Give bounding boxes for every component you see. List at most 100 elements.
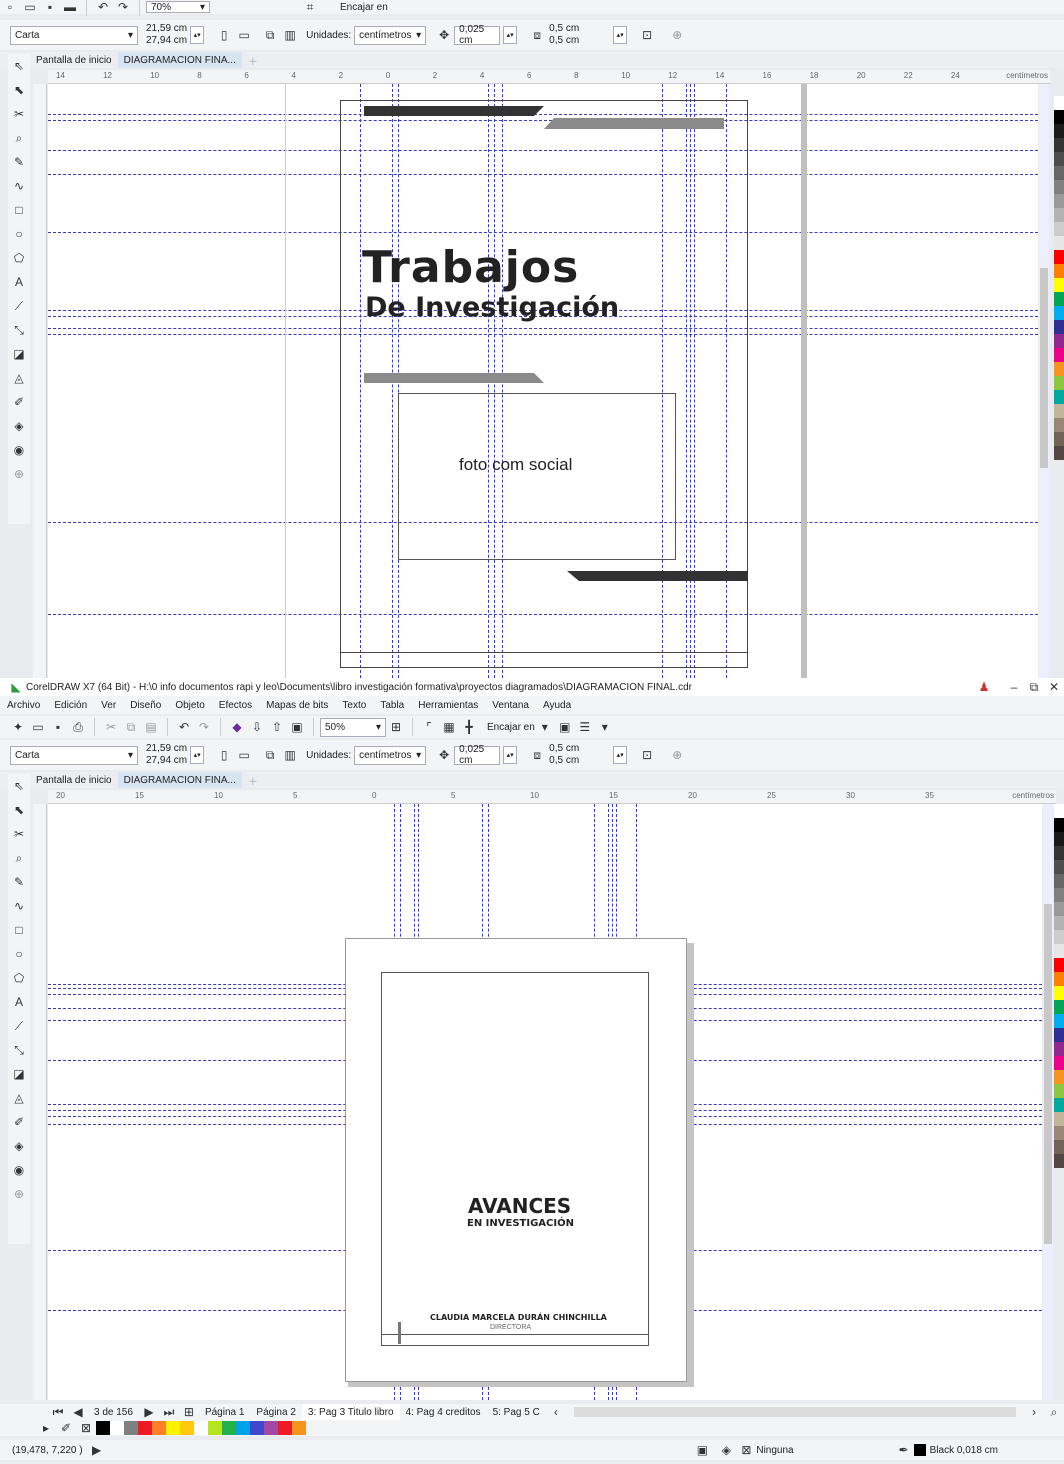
no-color-swatch[interactable]: ⊠: [76, 1419, 96, 1437]
tab-home[interactable]: Pantalla de inicio: [30, 52, 118, 68]
color-swatch[interactable]: [110, 1421, 124, 1435]
color-swatch[interactable]: [1054, 264, 1064, 278]
author-name[interactable]: CLAUDIA MARCELA DURÁN CHINCHILLA: [430, 1313, 607, 1322]
color-swatch[interactable]: [1054, 334, 1064, 348]
print-icon[interactable]: ▬: [60, 0, 80, 16]
color-swatch[interactable]: [1054, 376, 1064, 390]
page-width-field[interactable]: 21,59 cm: [146, 23, 187, 35]
color-swatch[interactable]: [166, 1421, 180, 1435]
color-swatch[interactable]: [1054, 1126, 1064, 1140]
fill-tool-icon[interactable]: ◈: [9, 417, 29, 435]
menu-item-3[interactable]: Diseño: [130, 700, 161, 711]
paste-icon[interactable]: ▤: [141, 718, 161, 736]
pick-tool-icon[interactable]: ⇖: [9, 57, 29, 75]
color-swatch[interactable]: [1054, 916, 1064, 930]
color-swatch[interactable]: [1054, 1084, 1064, 1098]
color-swatch[interactable]: [1054, 902, 1064, 916]
page-tab-4[interactable]: 4: Pag 4 creditos: [400, 1404, 487, 1420]
color-swatch[interactable]: [1054, 846, 1064, 860]
zoom-tool-icon[interactable]: ⌕: [9, 849, 29, 867]
menu-item-2[interactable]: Ver: [101, 700, 116, 711]
scroll-left-icon[interactable]: ‹: [546, 1403, 566, 1421]
dup-y-field[interactable]: 0,5 cm: [549, 35, 579, 47]
open-icon[interactable]: ▭: [28, 718, 48, 736]
landscape-icon[interactable]: ▭: [234, 26, 254, 44]
scroll-right-icon[interactable]: ›: [1024, 1403, 1044, 1421]
open-icon[interactable]: ▭: [20, 0, 40, 16]
duplicate-distance-fields[interactable]: 0,5 cm 0,5 cm: [549, 743, 579, 767]
text-tool-icon[interactable]: A: [9, 273, 29, 291]
page-tab-5[interactable]: 5: Pag 5 C: [487, 1404, 546, 1420]
page-frame-icon[interactable]: ⊡: [637, 26, 657, 44]
text-tool-icon[interactable]: A: [9, 993, 29, 1011]
color-swatch[interactable]: [1054, 306, 1064, 320]
paper-size-select[interactable]: Carta ▾: [10, 745, 138, 765]
color-swatch[interactable]: [1054, 1000, 1064, 1014]
color-swatch[interactable]: [124, 1421, 138, 1435]
ellipse-tool-icon[interactable]: ○: [9, 225, 29, 243]
color-swatch[interactable]: [1054, 958, 1064, 972]
color-swatch[interactable]: [1054, 278, 1064, 292]
color-swatch[interactable]: [1054, 390, 1064, 404]
nudge-spinner[interactable]: ▴▾: [503, 746, 518, 764]
menu-item-11[interactable]: Ayuda: [543, 700, 571, 711]
color-swatch[interactable]: [1054, 418, 1064, 432]
outline-status[interactable]: Black 0,018 cm: [930, 1445, 998, 1456]
color-swatch[interactable]: [1054, 860, 1064, 874]
rectangle-tool-icon[interactable]: □: [9, 921, 29, 939]
shadow-tool-icon[interactable]: ◪: [9, 345, 29, 363]
artistic-media-icon[interactable]: ∿: [9, 897, 29, 915]
color-swatch[interactable]: [1054, 432, 1064, 446]
add-tab-icon[interactable]: ＋: [242, 772, 264, 788]
page-tab-1[interactable]: Página 1: [199, 1404, 250, 1420]
close-icon[interactable]: ✕: [1044, 678, 1064, 696]
grid-icon[interactable]: ▦: [439, 718, 459, 736]
color-swatch[interactable]: [222, 1421, 236, 1435]
eyedropper-tool-icon[interactable]: ✐: [9, 1113, 29, 1131]
tab-document[interactable]: DIAGRAMACION FINA...: [117, 52, 242, 68]
menu-item-1[interactable]: Edición: [54, 700, 87, 711]
current-page-icon[interactable]: ▥: [280, 26, 300, 44]
color-swatch[interactable]: [180, 1421, 194, 1435]
horizontal-ruler[interactable]: 20 15 10 5 0 5 10 15 20 25 30 35 centímetros: [48, 790, 1056, 804]
guidelines-icon[interactable]: ╋: [459, 718, 479, 736]
color-swatch[interactable]: [1054, 110, 1064, 124]
color-swatch[interactable]: [1054, 874, 1064, 888]
color-swatch[interactable]: [1054, 446, 1064, 460]
color-swatch[interactable]: [1054, 1070, 1064, 1084]
color-swatch[interactable]: [1054, 986, 1064, 1000]
undo-icon[interactable]: ↶: [174, 718, 194, 736]
color-swatch[interactable]: [138, 1421, 152, 1435]
color-swatch[interactable]: [292, 1421, 306, 1435]
polygon-tool-icon[interactable]: ⬠: [9, 969, 29, 987]
color-palette[interactable]: [1054, 804, 1064, 1400]
color-swatch[interactable]: [1054, 362, 1064, 376]
next-page-icon[interactable]: ▶: [139, 1403, 159, 1421]
page-tab-3[interactable]: 3: Pag 3 Titulo libro: [301, 1404, 400, 1420]
color-swatch[interactable]: [1054, 250, 1064, 264]
fill-tool-icon[interactable]: ◈: [9, 1137, 29, 1155]
pick-tool-icon[interactable]: ⇖: [9, 777, 29, 795]
artistic-media-icon[interactable]: ∿: [9, 177, 29, 195]
color-swatch[interactable]: [1054, 804, 1064, 818]
zoom-tool-icon[interactable]: ⌕: [9, 129, 29, 147]
eyedropper-tool-icon[interactable]: ✐: [9, 393, 29, 411]
copy-icon[interactable]: ⧉: [121, 718, 141, 736]
vertical-scrollbar-top[interactable]: [1039, 84, 1049, 678]
color-swatch[interactable]: [1054, 888, 1064, 902]
tab-home[interactable]: Pantalla de inicio: [30, 772, 118, 788]
scrollbar-thumb[interactable]: [1044, 904, 1052, 1244]
color-swatch[interactable]: [1054, 124, 1064, 138]
color-swatch[interactable]: [152, 1421, 166, 1435]
full-screen-icon[interactable]: ⊞: [386, 718, 406, 736]
undo-icon[interactable]: ↶: [93, 0, 113, 16]
color-swatch[interactable]: [1054, 208, 1064, 222]
nudge-field[interactable]: 0,025 cm: [454, 744, 501, 766]
color-swatch[interactable]: [1054, 1098, 1064, 1112]
user-icon[interactable]: ♟: [974, 678, 994, 696]
vertical-ruler[interactable]: [33, 804, 47, 1400]
drawing-canvas-top[interactable]: Trabajos De Investigación foto com socia…: [48, 84, 1038, 678]
palette-menu-icon[interactable]: ▸: [36, 1419, 56, 1437]
redo-icon[interactable]: ↷: [113, 0, 133, 16]
size-spinner[interactable]: ▴▾: [190, 26, 205, 44]
